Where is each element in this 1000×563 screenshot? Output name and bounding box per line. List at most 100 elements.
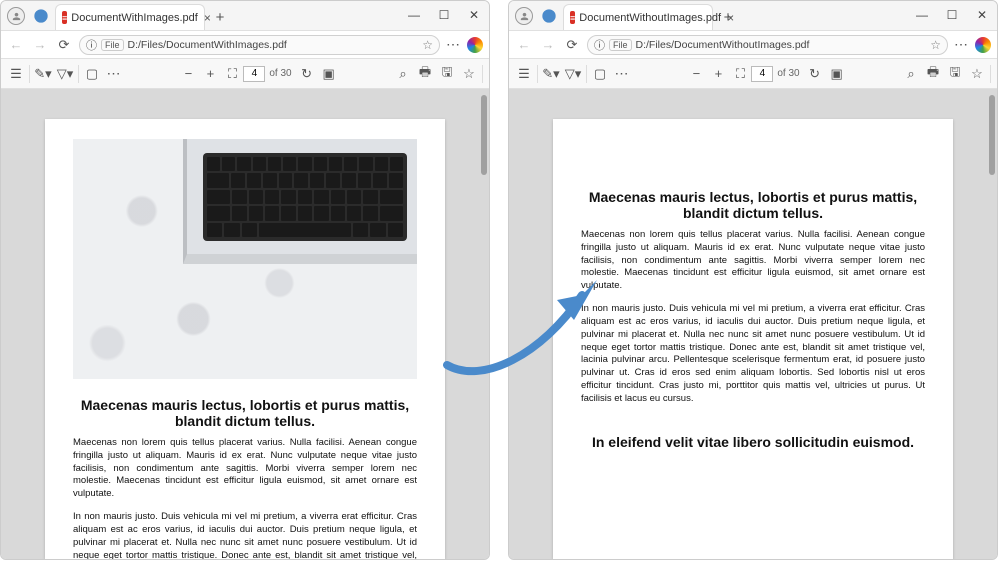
rotate-icon[interactable]: ↻: [804, 63, 826, 85]
page-view-icon[interactable]: ▢: [81, 63, 103, 85]
print-icon[interactable]: 🖶: [922, 63, 944, 85]
info-icon[interactable]: ⓘ: [594, 37, 605, 53]
presentation-icon[interactable]: ▣: [826, 63, 848, 85]
back-button[interactable]: ←: [515, 36, 533, 54]
window-maximize-button[interactable]: ☐: [429, 1, 459, 29]
refresh-button[interactable]: ⟳: [563, 36, 581, 54]
file-chip: File: [609, 39, 632, 51]
highlight-tool-icon[interactable]: ▽▾: [562, 63, 584, 85]
doc-paragraph: In non mauris justo. Duis vehicula mi ve…: [73, 511, 417, 559]
window-minimize-button[interactable]: —: [399, 1, 429, 29]
draw-tool-icon[interactable]: ✎▾: [32, 63, 54, 85]
pdf-file-icon: ≡: [62, 11, 67, 24]
separator: [990, 65, 991, 83]
more-tools-button[interactable]: ⋯: [103, 63, 125, 85]
page-total-label: of 30: [773, 68, 803, 79]
pdf-viewport[interactable]: Maecenas mauris lectus, lobortis et puru…: [1, 89, 489, 559]
page-total-label: of 30: [265, 68, 295, 79]
pdf-toolbar: ☰ ✎▾ ▽▾ ▢ ⋯ − + ⛶ of 30 ↻ ▣ ⌕ 🖶 🖫 ☆: [509, 59, 997, 89]
sidebar-toggle-icon[interactable]: ☰: [513, 63, 535, 85]
separator: [586, 65, 587, 83]
zoom-in-button[interactable]: +: [707, 63, 729, 85]
highlight-tool-icon[interactable]: ▽▾: [54, 63, 76, 85]
favorite-star-icon[interactable]: ☆: [422, 38, 433, 52]
back-button[interactable]: ←: [7, 36, 25, 54]
profile-avatar-icon[interactable]: [515, 7, 533, 25]
browser-window-left: ≡ DocumentWithImages.pdf × + — ☐ ✕ ← → ⟳…: [0, 0, 490, 560]
sidebar-toggle-icon[interactable]: ☰: [5, 63, 27, 85]
pdf-page: Maecenas mauris lectus, lobortis et puru…: [45, 119, 445, 559]
doc-heading: Maecenas mauris lectus, lobortis et puru…: [73, 397, 417, 429]
browser-logo-icon: [539, 6, 559, 26]
window-close-button[interactable]: ✕: [967, 1, 997, 29]
info-icon[interactable]: ⓘ: [86, 37, 97, 53]
address-bar: ← → ⟳ ⓘ File D:/Files/DocumentWithImages…: [1, 31, 489, 59]
window-close-button[interactable]: ✕: [459, 1, 489, 29]
page-number-input[interactable]: [243, 66, 265, 82]
draw-tool-icon[interactable]: ✎▾: [540, 63, 562, 85]
browser-menu-button[interactable]: ⋯: [954, 36, 969, 53]
share-icon[interactable]: ☆: [966, 63, 988, 85]
window-controls: — ☐ ✕: [399, 1, 489, 29]
profile-avatar-icon[interactable]: [7, 7, 25, 25]
new-tab-button[interactable]: +: [717, 6, 739, 28]
vertical-scrollbar[interactable]: [989, 95, 995, 175]
extension-colorwheel-icon[interactable]: [975, 37, 991, 53]
fit-page-icon[interactable]: ⛶: [221, 63, 243, 85]
url-text: D:/Files/DocumentWithImages.pdf: [128, 39, 287, 51]
share-icon[interactable]: ☆: [458, 63, 480, 85]
window-titlebar: ≡ DocumentWithoutImages.pdf × + — ☐ ✕: [509, 1, 997, 31]
doc-paragraph: Maecenas non lorem quis tellus placerat …: [73, 437, 417, 501]
pdf-page: Maecenas mauris lectus, lobortis et puru…: [553, 119, 953, 559]
zoom-out-button[interactable]: −: [685, 63, 707, 85]
new-tab-button[interactable]: +: [209, 6, 231, 28]
browser-tab[interactable]: ≡ DocumentWithoutImages.pdf ×: [563, 4, 713, 30]
pdf-viewport[interactable]: Maecenas mauris lectus, lobortis et puru…: [509, 89, 997, 559]
window-titlebar: ≡ DocumentWithImages.pdf × + — ☐ ✕: [1, 1, 489, 31]
save-icon[interactable]: 🖫: [944, 63, 966, 85]
search-icon[interactable]: ⌕: [900, 63, 922, 85]
forward-button[interactable]: →: [539, 36, 557, 54]
fit-page-icon[interactable]: ⛶: [729, 63, 751, 85]
separator: [29, 65, 30, 83]
address-bar: ← → ⟳ ⓘ File D:/Files/DocumentWithoutIma…: [509, 31, 997, 59]
document-hero-image: [73, 139, 417, 379]
search-icon[interactable]: ⌕: [392, 63, 414, 85]
browser-tab[interactable]: ≡ DocumentWithImages.pdf ×: [55, 4, 205, 30]
refresh-button[interactable]: ⟳: [55, 36, 73, 54]
pdf-file-icon: ≡: [570, 11, 575, 24]
url-field[interactable]: ⓘ File D:/Files/DocumentWithoutImages.pd…: [587, 35, 948, 55]
browser-window-right: ≡ DocumentWithoutImages.pdf × + — ☐ ✕ ← …: [508, 0, 998, 560]
more-tools-button[interactable]: ⋯: [611, 63, 633, 85]
page-number-input[interactable]: [751, 66, 773, 82]
zoom-in-button[interactable]: +: [199, 63, 221, 85]
forward-button[interactable]: →: [31, 36, 49, 54]
doc-paragraph: Maecenas non lorem quis tellus placerat …: [581, 229, 925, 293]
browser-logo-icon: [31, 6, 51, 26]
doc-heading: In eleifend velit vitae libero sollicitu…: [581, 434, 925, 450]
vertical-scrollbar[interactable]: [481, 95, 487, 175]
doc-heading: Maecenas mauris lectus, lobortis et puru…: [581, 189, 925, 221]
page-view-icon[interactable]: ▢: [589, 63, 611, 85]
presentation-icon[interactable]: ▣: [318, 63, 340, 85]
window-minimize-button[interactable]: —: [907, 1, 937, 29]
favorite-star-icon[interactable]: ☆: [930, 38, 941, 52]
rotate-icon[interactable]: ↻: [296, 63, 318, 85]
extension-colorwheel-icon[interactable]: [467, 37, 483, 53]
url-text: D:/Files/DocumentWithoutImages.pdf: [636, 39, 810, 51]
separator: [537, 65, 538, 83]
zoom-out-button[interactable]: −: [177, 63, 199, 85]
separator: [78, 65, 79, 83]
tab-title: DocumentWithoutImages.pdf: [579, 12, 721, 24]
url-field[interactable]: ⓘ File D:/Files/DocumentWithImages.pdf ☆: [79, 35, 440, 55]
separator: [482, 65, 483, 83]
doc-paragraph: In non mauris justo. Duis vehicula mi ve…: [581, 303, 925, 406]
save-icon[interactable]: 🖫: [436, 63, 458, 85]
window-controls: — ☐ ✕: [907, 1, 997, 29]
tab-title: DocumentWithImages.pdf: [71, 12, 198, 24]
browser-menu-button[interactable]: ⋯: [446, 36, 461, 53]
window-maximize-button[interactable]: ☐: [937, 1, 967, 29]
print-icon[interactable]: 🖶: [414, 63, 436, 85]
pdf-toolbar: ☰ ✎▾ ▽▾ ▢ ⋯ − + ⛶ of 30 ↻ ▣ ⌕ 🖶 🖫 ☆: [1, 59, 489, 89]
file-chip: File: [101, 39, 124, 51]
